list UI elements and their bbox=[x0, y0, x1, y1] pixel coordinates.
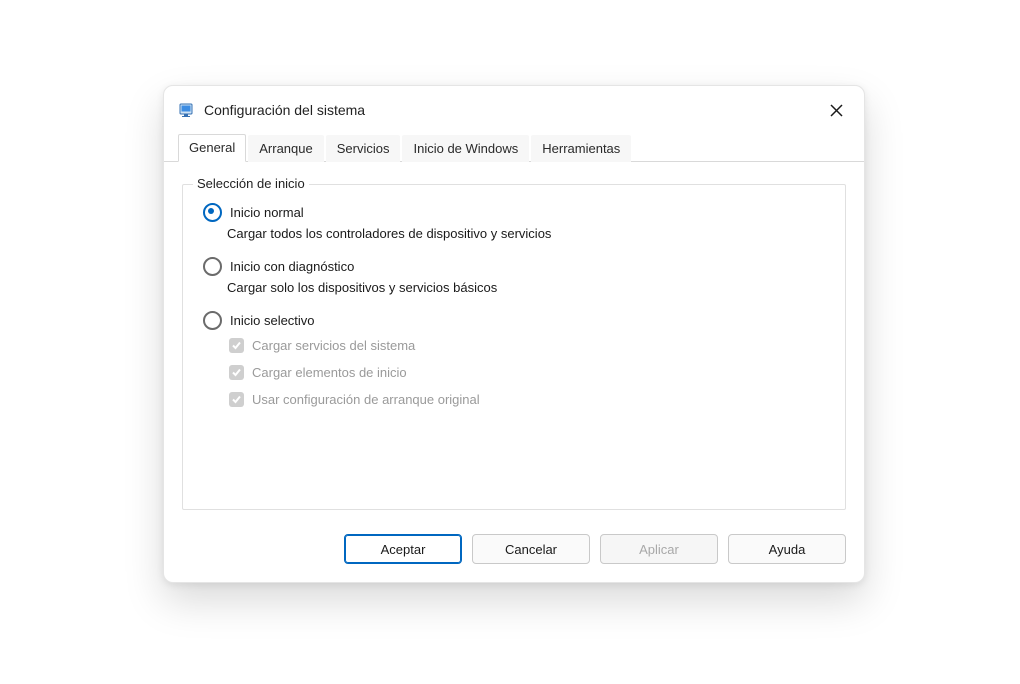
msconfig-dialog: Configuración del sistema General Arranq… bbox=[163, 85, 865, 583]
general-panel: Selección de inicio Inicio normal Cargar… bbox=[164, 162, 864, 520]
option-diagnostic: Inicio con diagnóstico Cargar solo los d… bbox=[199, 257, 829, 295]
radio-diagnostic[interactable] bbox=[203, 257, 222, 276]
radio-selective[interactable] bbox=[203, 311, 222, 330]
msconfig-icon bbox=[178, 101, 196, 119]
radio-normal-desc: Cargar todos los controladores de dispos… bbox=[227, 226, 829, 241]
titlebar: Configuración del sistema bbox=[164, 86, 864, 130]
startup-selection-group: Selección de inicio Inicio normal Cargar… bbox=[182, 184, 846, 510]
radio-normal[interactable] bbox=[203, 203, 222, 222]
tab-general[interactable]: General bbox=[178, 134, 246, 162]
cb-load-startup-items bbox=[229, 365, 244, 380]
group-legend: Selección de inicio bbox=[193, 176, 309, 191]
tabstrip: General Arranque Servicios Inicio de Win… bbox=[164, 134, 864, 162]
radio-diagnostic-desc: Cargar solo los dispositivos y servicios… bbox=[227, 280, 829, 295]
tab-herramientas[interactable]: Herramientas bbox=[531, 135, 631, 162]
tab-servicios[interactable]: Servicios bbox=[326, 135, 401, 162]
help-button[interactable]: Ayuda bbox=[728, 534, 846, 564]
cb-load-startup-items-row: Cargar elementos de inicio bbox=[229, 365, 829, 380]
tab-arranque[interactable]: Arranque bbox=[248, 135, 323, 162]
cb-load-system-services bbox=[229, 338, 244, 353]
window-title: Configuración del sistema bbox=[204, 102, 822, 118]
cb-use-original-boot-row: Usar configuración de arranque original bbox=[229, 392, 829, 407]
cb-use-original-boot-label: Usar configuración de arranque original bbox=[252, 392, 480, 407]
apply-button: Aplicar bbox=[600, 534, 718, 564]
radio-normal-label: Inicio normal bbox=[230, 205, 304, 220]
cb-load-system-services-row: Cargar servicios del sistema bbox=[229, 338, 829, 353]
radio-selective-label: Inicio selectivo bbox=[230, 313, 315, 328]
option-normal: Inicio normal Cargar todos los controlad… bbox=[199, 203, 829, 241]
cb-use-original-boot bbox=[229, 392, 244, 407]
cancel-button[interactable]: Cancelar bbox=[472, 534, 590, 564]
option-selective: Inicio selectivo Cargar servicios del si… bbox=[199, 311, 829, 407]
selective-checkbox-list: Cargar servicios del sistema Cargar elem… bbox=[229, 338, 829, 407]
cb-load-startup-items-label: Cargar elementos de inicio bbox=[252, 365, 407, 380]
radio-diagnostic-label: Inicio con diagnóstico bbox=[230, 259, 354, 274]
accept-button[interactable]: Aceptar bbox=[344, 534, 462, 564]
cb-load-system-services-label: Cargar servicios del sistema bbox=[252, 338, 415, 353]
tab-inicio-windows[interactable]: Inicio de Windows bbox=[402, 135, 529, 162]
close-button[interactable] bbox=[822, 96, 850, 124]
dialog-button-row: Aceptar Cancelar Aplicar Ayuda bbox=[164, 520, 864, 582]
